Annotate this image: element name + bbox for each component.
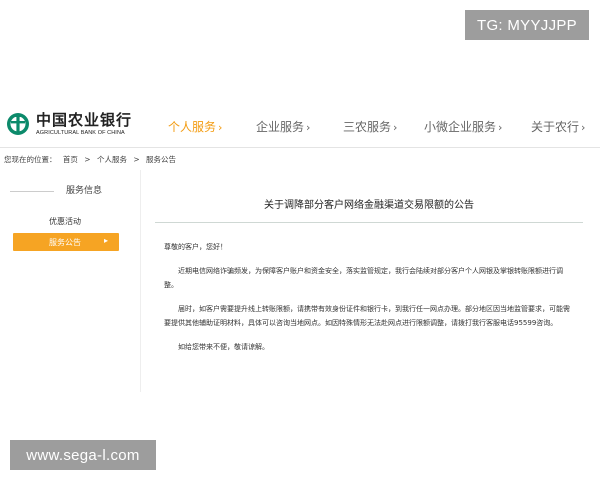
chevron-right-icon: ›: [498, 121, 503, 134]
nav-small-business-services[interactable]: 小微企业服务 ›: [424, 118, 502, 138]
nav-about-bank[interactable]: 关于农行 ›: [531, 118, 585, 138]
abc-logo-icon: [7, 113, 29, 135]
chevron-right-icon: ›: [306, 121, 311, 134]
breadcrumb-personal-services[interactable]: 个人服务: [97, 155, 127, 164]
watermark-bottom: www.sega-l.com: [10, 440, 156, 470]
notice-title: 关于调降部分客户网络金融渠道交易限额的公告: [264, 200, 474, 211]
nav-label: 企业服务: [256, 120, 305, 134]
nav-agricultural-services[interactable]: 三农服务 ›: [343, 118, 397, 138]
nav-personal-services[interactable]: 个人服务 ›: [168, 118, 222, 138]
chevron-right-icon: ›: [581, 121, 586, 134]
notice-paragraph: 近期电信网络诈骗频发，为保障客户账户和资金安全，落实监管规定，我行会陆续对部分客…: [164, 267, 563, 289]
logo-english-name: AGRICULTURAL BANK OF CHINA: [36, 129, 125, 136]
caret-right-icon: ▸: [103, 236, 108, 245]
notice-paragraph: 如给您带来不便，敬请谅解。: [178, 343, 269, 351]
sidebar-title-divider: [10, 191, 54, 192]
sidebar-item-promotions[interactable]: 优惠活动: [13, 212, 119, 230]
sidebar-title: 服务信息: [10, 183, 120, 199]
notice-paragraph: 届时，如客户需要提升线上转账限额，请携带有效身份证件和银行卡，到我行任一网点办理…: [164, 305, 570, 327]
nav-label: 三农服务: [343, 120, 392, 134]
sidebar-item-label: 优惠活动: [49, 217, 81, 226]
watermark-top: TG: MYYJJPP: [465, 10, 589, 40]
sidebar-title-text: 服务信息: [66, 186, 103, 196]
breadcrumb-service-notice: 服务公告: [146, 155, 177, 164]
breadcrumb-separator: >: [84, 155, 91, 164]
nav-label: 关于农行: [531, 120, 580, 134]
breadcrumb-prefix: 您现在的位置：: [4, 155, 57, 164]
title-divider: [155, 222, 583, 223]
chevron-right-icon: ›: [393, 121, 398, 134]
logo-chinese-name: 中国农业银行: [36, 110, 133, 129]
nav-label: 小微企业服务: [424, 120, 497, 134]
chevron-right-icon: ›: [218, 121, 223, 134]
breadcrumb-home[interactable]: 首页: [63, 155, 78, 164]
sidebar-item-label: 服务公告: [49, 238, 81, 247]
bank-logo[interactable]: 中国农业银行 AGRICULTURAL BANK OF CHINA: [6, 106, 146, 142]
sidebar-item-service-notice[interactable]: 服务公告 ▸: [13, 233, 119, 251]
breadcrumb-separator: >: [133, 155, 140, 164]
notice-body: 尊敬的客户，您好！ 近期电信网络诈骗频发，为保障客户账户和资金安全，落实监管规定…: [164, 240, 574, 364]
site-header: 中国农业银行 AGRICULTURAL BANK OF CHINA 个人服务 › …: [0, 96, 600, 148]
nav-corporate-services[interactable]: 企业服务 ›: [256, 118, 310, 138]
notice-greeting: 尊敬的客户，您好！: [164, 243, 227, 251]
breadcrumb: 您现在的位置： 首页 > 个人服务 > 服务公告: [4, 154, 180, 165]
notice-panel: 关于调降部分客户网络金融渠道交易限额的公告 尊敬的客户，您好！ 近期电信网络诈骗…: [140, 170, 594, 392]
nav-label: 个人服务: [168, 120, 217, 134]
